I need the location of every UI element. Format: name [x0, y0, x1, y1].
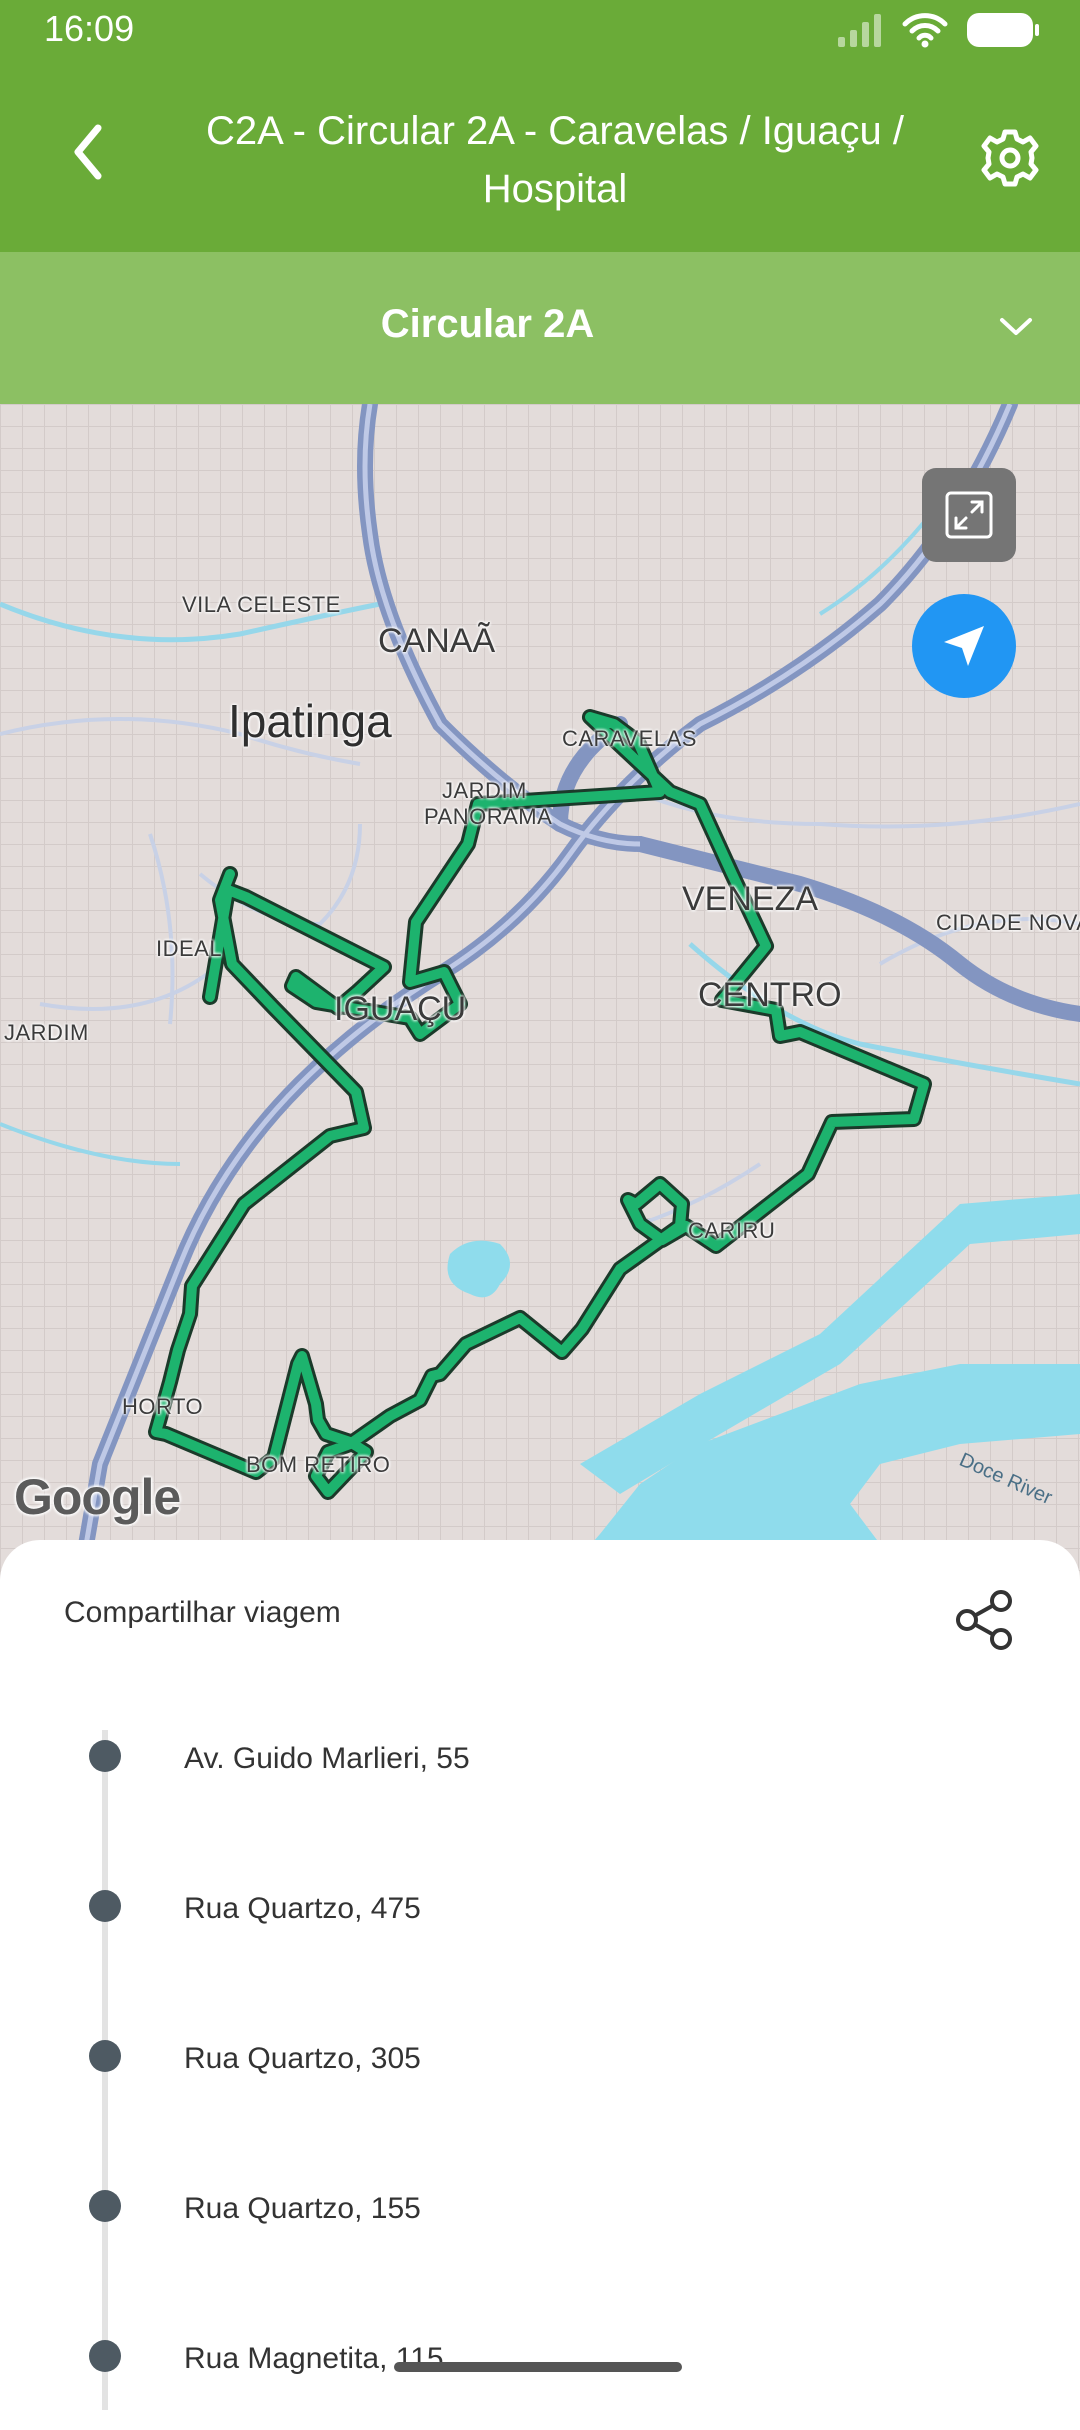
- stop-dot: [89, 1740, 121, 1772]
- page-title-line-2: Hospital: [482, 167, 628, 211]
- map-label-canaa: CANAÃ: [378, 622, 496, 660]
- stop-name: Rua Quartzo, 155: [184, 2192, 421, 2225]
- fullscreen-button[interactable]: [922, 468, 1016, 562]
- map-label-bom-retiro: BOM RETIRO: [246, 1452, 391, 1477]
- stops-sheet: Compartilhar viagem Av. Guido Marlieri, …: [0, 1540, 1080, 2410]
- stop-name: Av. Guido Marlieri, 55: [184, 1742, 470, 1775]
- stop-name: Rua Quartzo, 475: [184, 1892, 421, 1925]
- chevron-down-icon: [1000, 318, 1032, 335]
- route-selector[interactable]: Circular 2A: [0, 252, 1080, 404]
- stop-item[interactable]: Rua Quartzo, 475: [0, 1890, 1080, 1980]
- stop-dot: [89, 2340, 121, 2372]
- map-label-jardim-panorama-2: PANORAMA: [424, 804, 553, 829]
- map-label-cidade-nova: CIDADE NOVA: [936, 910, 1080, 935]
- battery-icon: [967, 13, 1039, 47]
- share-button[interactable]: [944, 1580, 1024, 1660]
- map-label-cariru: CARIRU: [688, 1218, 776, 1243]
- stop-dot: [89, 2190, 121, 2222]
- share-icon: [956, 1590, 1012, 1650]
- stop-dot: [89, 2040, 121, 2072]
- page-title-line-1: C2A - Circular 2A - Caravelas / Iguaçu /: [205, 109, 905, 153]
- wifi-icon: [902, 13, 948, 48]
- route-selector-label: Circular 2A: [380, 302, 595, 346]
- map-label-centro: CENTRO: [698, 976, 842, 1014]
- map-view[interactable]: VILA CELESTE CANAÃ Ipatinga CARAVELAS JA…: [0, 404, 1080, 1580]
- navigation-arrow-icon: [944, 626, 984, 666]
- expand-icon: [945, 491, 993, 539]
- google-attribution: Google: [14, 1469, 181, 1525]
- app-bar: C2A - Circular 2A - Caravelas / Iguaçu /…: [0, 60, 1080, 252]
- stop-item[interactable]: Rua Quartzo, 155: [0, 2190, 1080, 2280]
- map-label-vila-celeste: VILA CELESTE: [182, 592, 341, 617]
- status-time: 16:09: [44, 8, 135, 49]
- settings-button[interactable]: [974, 122, 1046, 194]
- signal-icon: [838, 14, 881, 47]
- map-label-veneza: VENEZA: [682, 880, 819, 918]
- stop-name: Rua Quartzo, 305: [184, 2042, 421, 2075]
- back-button[interactable]: [48, 112, 128, 192]
- stop-item[interactable]: Rua Quartzo, 305: [0, 2040, 1080, 2130]
- lake: [447, 1240, 510, 1298]
- status-icons: [838, 10, 1040, 50]
- dropdown-toggle[interactable]: [986, 302, 1046, 352]
- stop-item[interactable]: Av. Guido Marlieri, 55: [0, 1740, 1080, 1830]
- map-label-horto: HORTO: [122, 1394, 204, 1419]
- stop-dot: [89, 1890, 121, 1922]
- home-indicator[interactable]: [394, 2362, 682, 2372]
- page-title: C2A - Circular 2A - Caravelas / Iguaçu /…: [190, 102, 920, 218]
- share-trip-label: Compartilhar viagem: [64, 1596, 341, 1629]
- map-label-ipatinga: Ipatinga: [228, 695, 392, 747]
- map-label-iguacu: IGUAÇU: [334, 990, 467, 1028]
- chevron-left-icon: [74, 124, 102, 180]
- status-bar: 16:09: [0, 0, 1080, 60]
- map-label-jardim: JARDIM: [4, 1020, 89, 1045]
- my-location-button[interactable]: [912, 594, 1016, 698]
- map-label-jardim-panorama-1: JARDIM: [442, 778, 527, 803]
- stop-item[interactable]: Rua Magnetita, 115: [0, 2340, 1080, 2430]
- map-label-ideal: IDEAL: [156, 936, 223, 961]
- gear-icon: [981, 129, 1039, 187]
- river-thin-3: [0, 1122, 181, 1166]
- map-label-caravelas: CARAVELAS: [562, 726, 697, 751]
